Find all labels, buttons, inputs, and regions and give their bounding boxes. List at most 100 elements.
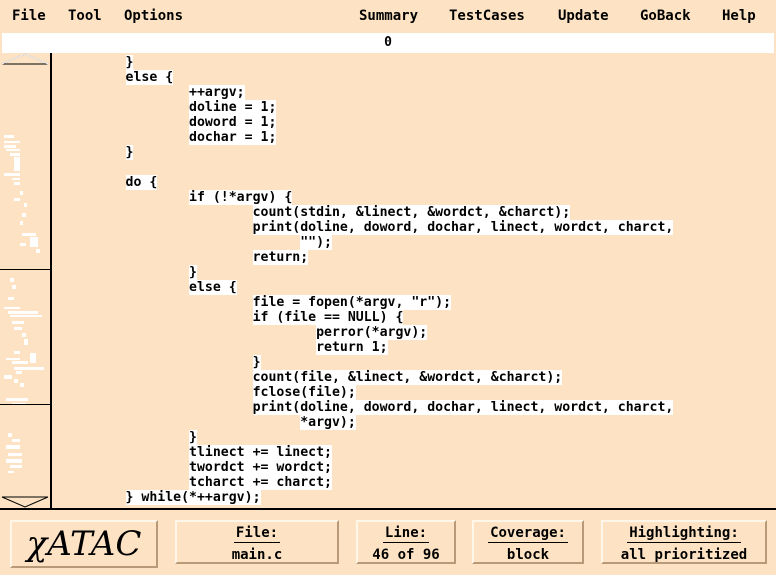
code-text: } [189,265,197,280]
code-line: dochar = 1; [62,130,772,145]
code-text: doline = 1; [189,100,277,115]
code-text: fclose(file); [252,385,356,400]
vertical-scrollbar[interactable] [0,53,52,508]
menu-update[interactable]: Update [558,8,609,24]
code-text: do { [125,175,158,190]
source-code-view[interactable]: } else { ++argv; doline = 1; doword = 1;… [62,55,772,510]
code-line: doline = 1; [62,100,772,115]
code-text: else { [189,280,237,295]
code-text: file = fopen(*argv, "r"); [252,295,452,310]
counter-display: 0 [2,33,774,53]
code-text: dochar = 1; [189,130,277,145]
code-line: ""); [62,235,772,250]
code-text: } [125,55,134,70]
code-line: if (file == NULL) { [62,310,772,325]
code-text: } [125,145,134,160]
code-line: print(doline, doword, dochar, linect, wo… [62,400,772,415]
code-line: } [62,265,772,280]
code-text: tlinect += linect; [189,445,332,460]
code-line: twordct += wordct; [62,460,772,475]
code-text: } [252,355,261,370]
code-line: else { [62,280,772,295]
code-line: file = fopen(*argv, "r"); [62,295,772,310]
code-line: tlinect += linect; [62,445,772,460]
code-text: count(stdin, &linect, &wordct, &charct); [252,205,571,220]
menu-bar: File Tool Options Summary TestCases Upda… [0,0,776,32]
menu-summary[interactable]: Summary [359,8,418,24]
file-panel: File: main.c [175,520,339,564]
code-text: ++argv; [189,85,245,100]
file-label: File: [233,525,281,543]
code-text: doword = 1; [189,115,277,130]
file-value: main.c [231,547,283,563]
code-text: if (file == NULL) { [252,310,404,325]
menu-goback[interactable]: GoBack [640,8,691,24]
code-text: perror(*argv); [316,325,428,340]
code-line: doword = 1; [62,115,772,130]
highlighting-value: all prioritized [620,547,748,563]
line-value: 46 of 96 [372,547,440,563]
scrollbar-thumb[interactable] [0,269,50,405]
menu-options[interactable]: Options [124,8,183,24]
code-line: } while(*++argv); [62,490,772,505]
code-text: ""); [300,235,332,250]
code-text: *argv); [300,415,356,430]
code-line: count(file, &linect, &wordct, &charct); [62,370,772,385]
highlighting-panel[interactable]: Highlighting: all prioritized [601,520,767,564]
status-bar: χATAC File: main.c Line: 46 of 96 Covera… [0,508,776,575]
code-text: twordct += wordct; [189,460,332,475]
code-line: perror(*argv); [62,325,772,340]
code-line: return 1; [62,340,772,355]
code-line: *argv); [62,415,772,430]
line-panel: Line: 46 of 96 [356,520,456,564]
code-line: } [62,430,772,445]
line-label: Line: [382,525,430,543]
scroll-down-arrow-icon[interactable] [0,496,50,508]
menu-file[interactable]: File [12,8,46,24]
coverage-value: block [506,547,550,563]
coverage-label: Coverage: [488,525,568,543]
menu-tool[interactable]: Tool [68,8,102,24]
coverage-panel[interactable]: Coverage: block [472,520,584,564]
menu-testcases[interactable]: TestCases [449,8,525,24]
highlighting-label: Highlighting: [627,525,741,543]
code-line: } [62,145,772,160]
code-text: count(file, &linect, &wordct, &charct); [252,370,563,385]
code-text: else { [125,70,174,85]
code-text: print(doline, doword, dochar, linect, wo… [252,220,674,235]
code-text: } [189,430,197,445]
code-line: if (!*argv) { [62,190,772,205]
code-text: if (!*argv) { [189,190,293,205]
code-text: tcharct += charct; [189,475,332,490]
code-line: tcharct += charct; [62,475,772,490]
menu-help[interactable]: Help [722,8,756,24]
code-text: return 1; [316,340,388,355]
code-line: } [62,355,772,370]
